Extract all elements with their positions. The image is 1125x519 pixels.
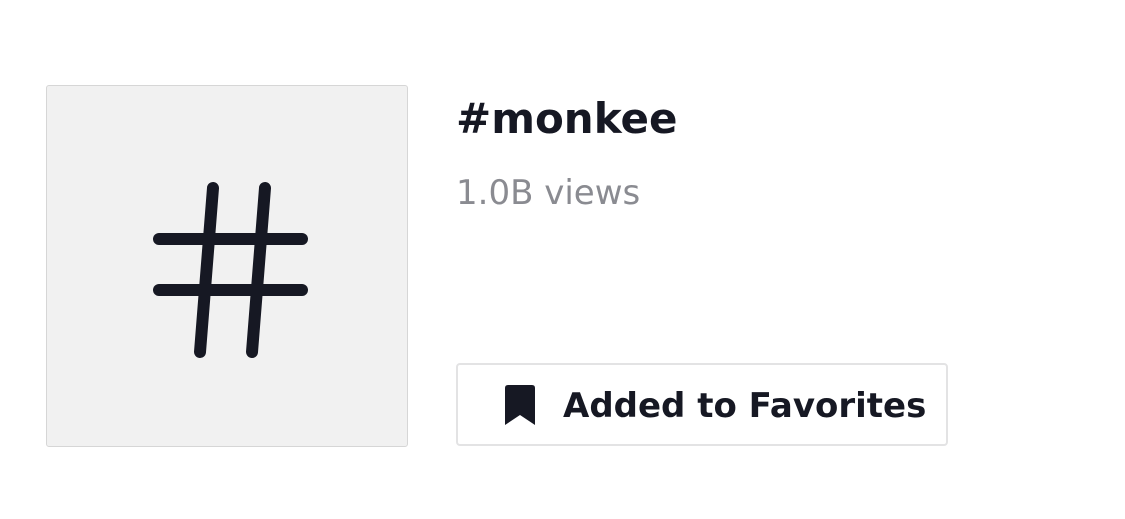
favorites-button-label: Added to Favorites bbox=[563, 386, 927, 426]
bookmark-icon bbox=[505, 385, 535, 425]
hashtag-icon bbox=[153, 182, 308, 358]
view-count: 1.0B views bbox=[456, 173, 641, 213]
hashtag-thumbnail bbox=[46, 85, 408, 447]
added-to-favorites-button[interactable]: Added to Favorites bbox=[456, 363, 948, 446]
hashtag-title: #monkee bbox=[456, 94, 678, 143]
